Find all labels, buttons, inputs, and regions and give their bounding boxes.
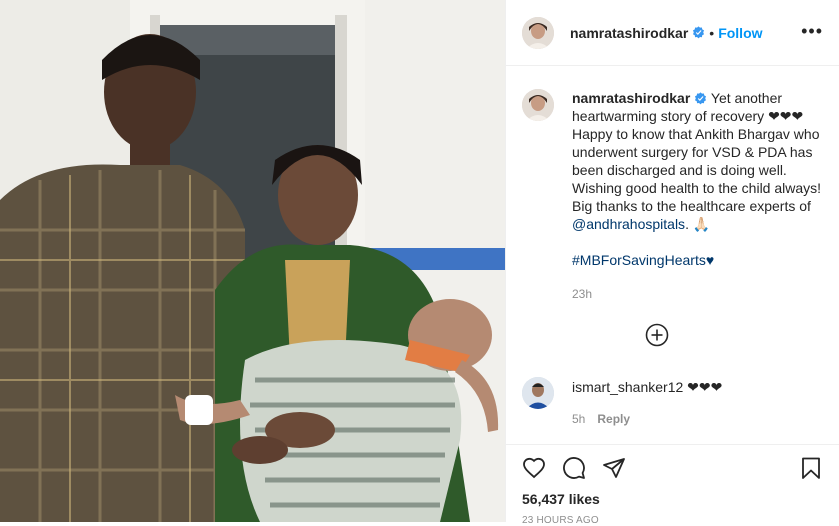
post-side-panel: namratashirodkar • Follow ••• namratashi… bbox=[505, 0, 839, 526]
likes-count[interactable]: 56,437 likes bbox=[522, 491, 823, 507]
comment-time: 5h bbox=[572, 412, 586, 426]
hashtag-link[interactable]: #MBForSavingHearts♥ bbox=[572, 251, 822, 269]
load-more-comments-icon[interactable] bbox=[645, 323, 669, 347]
comment-meta: 5h Reply bbox=[572, 412, 722, 426]
caption-username[interactable]: namratashirodkar bbox=[572, 90, 690, 106]
commenter-avatar[interactable] bbox=[522, 377, 554, 409]
post-photo[interactable] bbox=[0, 0, 505, 522]
posted-ago: 23 HOURS AGO bbox=[522, 515, 599, 526]
follow-button[interactable]: Follow bbox=[718, 25, 762, 41]
caption-time: 23h bbox=[572, 287, 593, 301]
mention-link[interactable]: @andhrahospitals bbox=[572, 216, 685, 232]
action-bar bbox=[522, 453, 823, 483]
more-options-icon[interactable]: ••• bbox=[801, 22, 823, 40]
comments-section: namratashirodkar Yet another heartwarmin… bbox=[506, 67, 839, 445]
caption-end: . 🙏🏻 bbox=[685, 216, 711, 232]
bookmark-icon[interactable] bbox=[799, 456, 823, 480]
post-header: namratashirodkar • Follow ••• bbox=[506, 0, 839, 66]
comment-icon[interactable] bbox=[562, 456, 586, 480]
comment-line: ismart_shanker12 ❤❤❤ bbox=[572, 378, 722, 396]
author-username[interactable]: namratashirodkar bbox=[570, 25, 688, 41]
comment-item: ismart_shanker12 ❤❤❤ 5h Reply bbox=[522, 377, 722, 426]
heart-icon[interactable] bbox=[522, 456, 546, 480]
instagram-post-view: namratashirodkar • Follow ••• namratashi… bbox=[0, 0, 839, 526]
commenter-username[interactable]: ismart_shanker12 bbox=[572, 379, 683, 395]
verified-badge-icon bbox=[693, 26, 705, 39]
caption: namratashirodkar Yet another heartwarmin… bbox=[522, 89, 823, 303]
caption-text: Yet another heartwarming story of recove… bbox=[572, 90, 822, 214]
post-actions: 56,437 likes 23 HOURS AGO bbox=[506, 444, 839, 526]
family-photo-image bbox=[0, 0, 505, 522]
caption-avatar[interactable] bbox=[522, 89, 554, 121]
comment-text: ❤❤❤ bbox=[687, 379, 723, 395]
reply-button[interactable]: Reply bbox=[597, 412, 630, 426]
header-separator: • bbox=[709, 24, 715, 41]
verified-badge-icon bbox=[695, 92, 707, 105]
caption-body: namratashirodkar Yet another heartwarmin… bbox=[572, 89, 822, 303]
author-avatar[interactable] bbox=[522, 16, 554, 49]
share-icon[interactable] bbox=[602, 456, 626, 480]
comment-body: ismart_shanker12 ❤❤❤ 5h Reply bbox=[572, 377, 722, 426]
